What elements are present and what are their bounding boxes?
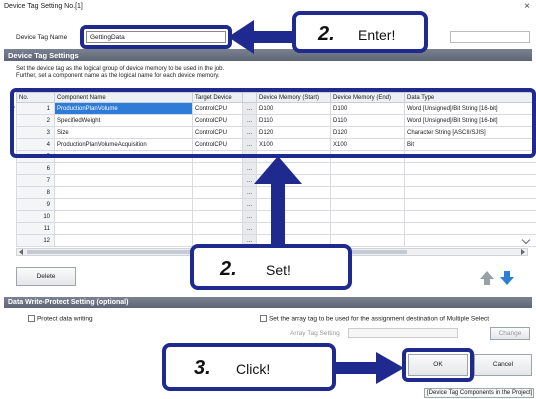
click-pointer-arrow-icon xyxy=(336,352,404,384)
move-up-icon[interactable] xyxy=(479,270,495,286)
checkbox-box[interactable] xyxy=(260,315,267,322)
row-number: 10 xyxy=(16,210,55,223)
array-tag-option-label: Set the array tag to be used for the ass… xyxy=(268,315,489,323)
move-up-icon xyxy=(480,271,494,285)
target-device-cell[interactable] xyxy=(192,222,243,235)
row-number: 7 xyxy=(16,174,55,187)
row-number: 6 xyxy=(16,162,55,175)
device-tag-components-link[interactable]: [Device Tag Components in the Project] xyxy=(424,388,534,398)
table-highlight xyxy=(10,88,536,158)
protect-data-writing-label: Protect data writing xyxy=(36,315,93,323)
move-down-icon xyxy=(500,271,514,285)
memory-end-cell[interactable] xyxy=(330,186,405,199)
component-name-cell[interactable] xyxy=(54,174,193,187)
step-text: Set! xyxy=(266,262,291,278)
row-number: 8 xyxy=(16,186,55,199)
target-device-cell[interactable] xyxy=(192,210,243,223)
row-number: 11 xyxy=(16,222,55,235)
row-number: 12 xyxy=(16,234,55,247)
window-title: Device Tag Setting No.[1] xyxy=(4,3,83,10)
device-tag-settings-help: Set the device tag as the logical group … xyxy=(16,66,436,80)
component-name-cell[interactable] xyxy=(54,234,193,247)
memory-end-cell[interactable] xyxy=(330,174,405,187)
close-icon[interactable]: × xyxy=(524,1,530,12)
data-type-cell[interactable] xyxy=(404,198,536,211)
write-protect-header: Data Write-Protect Setting (optional) xyxy=(4,297,532,308)
set-callout: 2. Set! xyxy=(190,244,352,290)
protect-data-writing-checkbox[interactable]: Protect data writing xyxy=(28,315,93,322)
memory-end-cell[interactable] xyxy=(330,198,405,211)
target-device-cell[interactable] xyxy=(192,162,243,175)
memory-end-cell[interactable] xyxy=(330,162,405,175)
move-down-icon[interactable] xyxy=(499,270,515,286)
delete-button[interactable]: Delete xyxy=(16,267,76,286)
memory-end-cell[interactable] xyxy=(330,222,405,235)
enter-callout: 2. Enter! xyxy=(292,11,428,53)
step-number: 3. xyxy=(194,357,211,379)
scroll-left-icon[interactable] xyxy=(19,249,23,255)
scroll-right-icon[interactable] xyxy=(521,249,525,255)
component-name-cell[interactable] xyxy=(54,162,193,175)
array-tag-input[interactable] xyxy=(348,328,458,338)
row-number: 9 xyxy=(16,198,55,211)
data-type-cell[interactable] xyxy=(404,234,536,247)
change-button[interactable]: Change xyxy=(490,327,530,340)
tag-name-highlight xyxy=(80,25,232,49)
component-name-cell[interactable] xyxy=(54,198,193,211)
checkbox-box[interactable] xyxy=(28,315,35,322)
step-number: 2. xyxy=(318,23,335,45)
data-type-cell[interactable] xyxy=(404,210,536,223)
data-type-cell[interactable] xyxy=(404,186,536,199)
data-type-cell[interactable] xyxy=(404,162,536,175)
step-text: Enter! xyxy=(358,27,396,43)
secondary-field[interactable] xyxy=(450,31,530,43)
enter-pointer-arrow-icon xyxy=(228,20,292,54)
title-bar: Device Tag Setting No.[1] × xyxy=(0,0,536,14)
component-name-cell[interactable] xyxy=(54,210,193,223)
set-pointer-arrow-icon xyxy=(254,156,302,248)
target-device-cell[interactable] xyxy=(192,198,243,211)
memory-end-cell[interactable] xyxy=(330,210,405,223)
data-type-cell[interactable] xyxy=(404,222,536,235)
device-tag-name-label: Device Tag Name xyxy=(16,34,68,41)
step-text: Click! xyxy=(236,361,271,377)
data-type-cell[interactable] xyxy=(404,174,536,187)
click-callout: 3. Click! xyxy=(162,343,336,391)
help-line-1: Set the device tag as the logical group … xyxy=(16,66,225,72)
component-name-cell[interactable] xyxy=(54,222,193,235)
target-device-cell[interactable] xyxy=(192,174,243,187)
ok-highlight xyxy=(402,348,474,382)
array-tag-checkbox[interactable]: Set the array tag to be used for the ass… xyxy=(260,315,536,322)
target-device-cell[interactable] xyxy=(192,186,243,199)
step-number: 2. xyxy=(220,258,237,280)
array-tag-setting-label: Array Tag Setting xyxy=(290,330,340,337)
help-line-2: Further, set a component name as the log… xyxy=(16,73,220,79)
component-name-cell[interactable] xyxy=(54,186,193,199)
cancel-button[interactable]: Cancel xyxy=(474,354,532,376)
